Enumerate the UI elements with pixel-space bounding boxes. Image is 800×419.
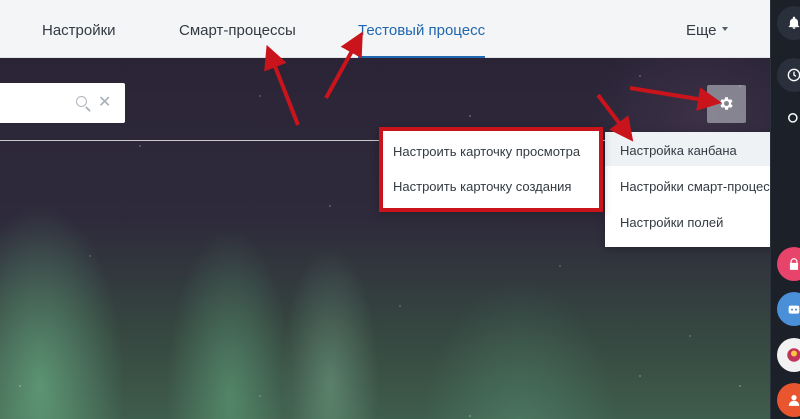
arrow-to-smart-processes [264,44,300,126]
annotation-arrows [264,31,722,142]
arrow-to-gear [629,86,722,111]
arrow-to-kanban [596,93,634,142]
arrow-to-test-process [324,31,363,99]
